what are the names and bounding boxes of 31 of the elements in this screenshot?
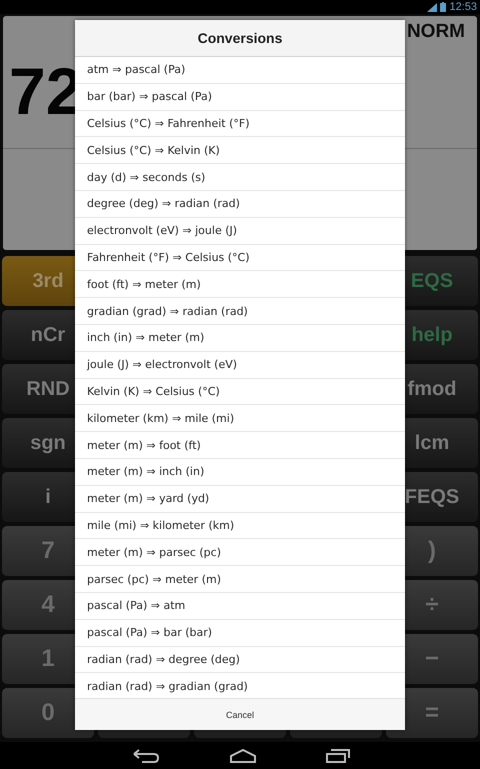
conversion-item[interactable]: Fahrenheit (°F) ⇒ Celsius (°C) <box>75 244 405 272</box>
conversion-item[interactable]: electronvolt (eV) ⇒ joule (J) <box>75 218 405 245</box>
conversion-item[interactable]: inch (in) ⇒ meter (m) <box>75 324 405 352</box>
conversion-item[interactable]: parsec (pc) ⇒ meter (m) <box>75 566 405 593</box>
conversion-item[interactable]: pascal (Pa) ⇒ atm <box>75 592 405 620</box>
clock-time: 12:53 <box>449 1 477 13</box>
recents-icon[interactable] <box>326 748 350 762</box>
cancel-button[interactable]: Cancel <box>75 698 405 730</box>
conversion-item[interactable]: Celsius (°C) ⇒ Kelvin (K) <box>75 137 405 164</box>
conversion-item[interactable]: atm ⇒ pascal (Pa) <box>75 57 405 84</box>
mode-indicator: NORM <box>406 21 465 43</box>
conversion-item[interactable]: Celsius (°C) ⇒ Fahrenheit (°F) <box>75 110 405 138</box>
conversion-item[interactable]: Kelvin (K) ⇒ Celsius (°C) <box>75 378 405 406</box>
conversion-item[interactable]: gradian (grad) ⇒ radian (rad) <box>75 298 405 325</box>
conversion-item[interactable]: mile (mi) ⇒ kilometer (km) <box>75 512 405 540</box>
conversion-item[interactable]: joule (J) ⇒ electronvolt (eV) <box>75 352 405 379</box>
conversion-item[interactable]: meter (m) ⇒ parsec (pc) <box>75 539 405 566</box>
conversion-item[interactable]: meter (m) ⇒ foot (ft) <box>75 432 405 459</box>
signal-icon <box>427 2 438 12</box>
conversion-item[interactable]: bar (bar) ⇒ pascal (Pa) <box>75 84 405 111</box>
conversion-item[interactable]: foot (ft) ⇒ meter (m) <box>75 271 405 298</box>
conversion-item[interactable]: day (d) ⇒ seconds (s) <box>75 164 405 191</box>
conversion-item[interactable]: pascal (Pa) ⇒ bar (bar) <box>75 620 405 647</box>
conversion-item[interactable]: meter (m) ⇒ inch (in) <box>75 458 405 486</box>
home-icon[interactable] <box>230 748 256 762</box>
conversion-item[interactable]: radian (rad) ⇒ degree (deg) <box>75 646 405 674</box>
dialog-title: Conversions <box>75 20 405 57</box>
conversion-item[interactable]: degree (deg) ⇒ radian (rad) <box>75 190 405 218</box>
conversion-item[interactable]: meter (m) ⇒ yard (yd) <box>75 486 405 513</box>
conversion-item[interactable]: kilometer (km) ⇒ mile (mi) <box>75 405 405 432</box>
battery-icon <box>440 2 446 12</box>
